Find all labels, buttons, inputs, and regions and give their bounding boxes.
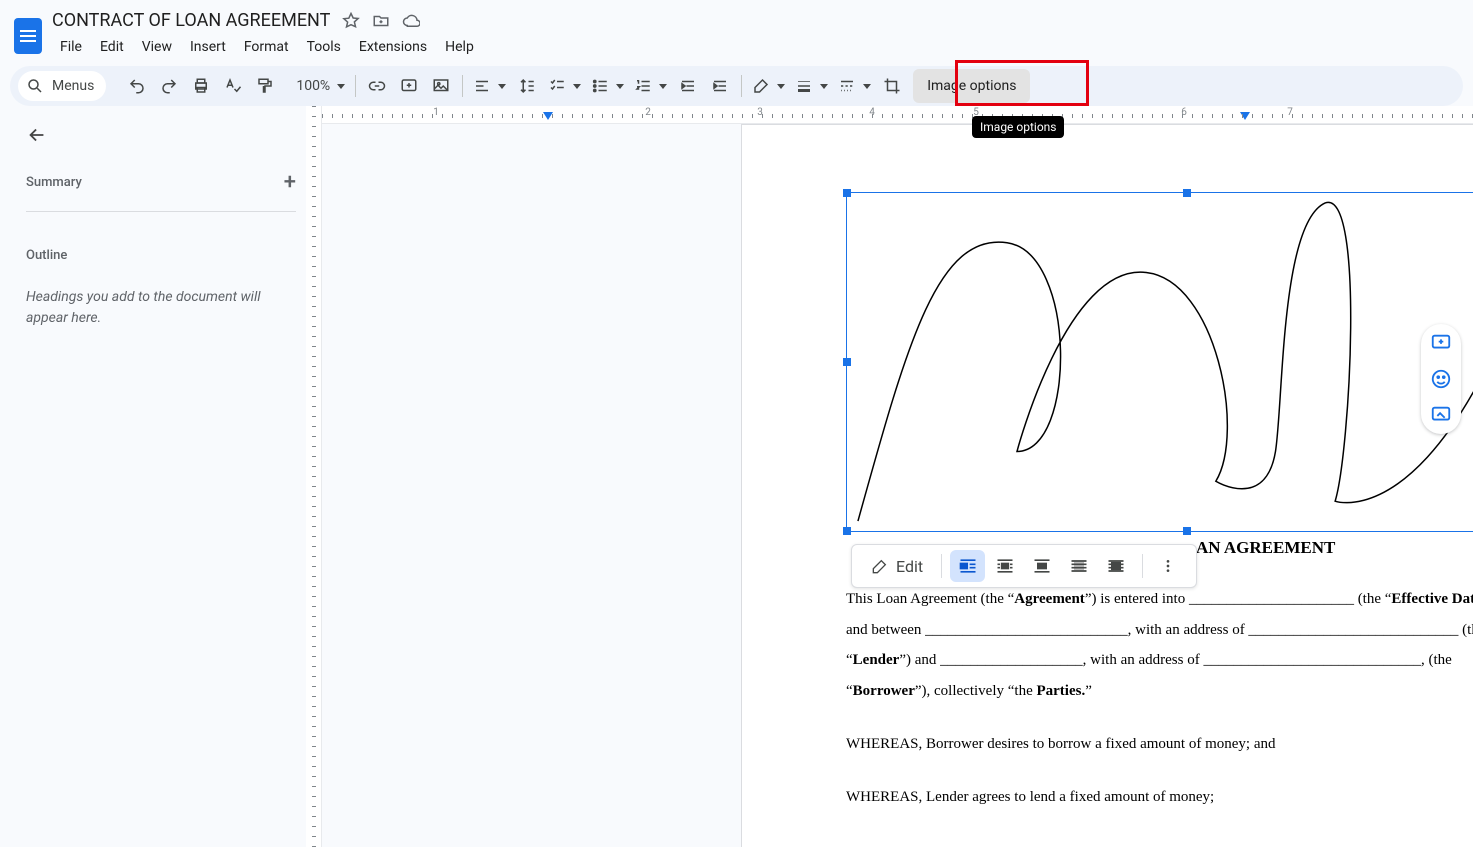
workspace: Summary + Outline Headings you add to th… — [0, 106, 1473, 847]
edit-image-button[interactable]: Edit — [862, 550, 933, 582]
menu-insert[interactable]: Insert — [182, 35, 234, 59]
outline-heading: Outline — [26, 248, 290, 263]
behind-text-button[interactable] — [1062, 550, 1097, 582]
menu-tools[interactable]: Tools — [299, 35, 349, 59]
line-spacing-button[interactable] — [512, 71, 542, 101]
move-icon[interactable] — [372, 12, 390, 30]
decrease-indent-button[interactable] — [673, 71, 703, 101]
cloud-status-icon[interactable] — [402, 12, 420, 30]
signature-drawing — [847, 193, 1473, 531]
outline-sidepanel: Summary + Outline Headings you add to th… — [0, 106, 306, 847]
horizontal-ruler[interactable]: 1 2 3 4 5 6 7 — [322, 106, 1473, 124]
crop-image-button[interactable] — [877, 71, 907, 101]
image-border-weight-button[interactable] — [791, 71, 832, 101]
search-icon — [26, 77, 44, 95]
redo-button[interactable] — [154, 71, 184, 101]
numbered-list-button[interactable] — [630, 71, 671, 101]
docs-header: CONTRACT OF LOAN AGREEMENT File Edit Vie… — [0, 0, 1473, 62]
spellcheck-button[interactable] — [218, 71, 248, 101]
add-emoji-fab[interactable] — [1430, 368, 1452, 390]
increase-indent-button[interactable] — [705, 71, 735, 101]
menu-format[interactable]: Format — [236, 35, 297, 59]
bulleted-list-button[interactable] — [587, 71, 628, 101]
add-comment-fab[interactable] — [1430, 332, 1452, 354]
wrap-inline-button[interactable] — [950, 550, 985, 582]
image-border-color-button[interactable] — [748, 71, 789, 101]
docs-logo[interactable] — [8, 10, 48, 62]
undo-button[interactable] — [122, 71, 152, 101]
in-front-text-button[interactable] — [1099, 550, 1134, 582]
menu-bar: File Edit View Insert Format Tools Exten… — [52, 35, 482, 59]
menu-help[interactable]: Help — [437, 35, 482, 59]
summary-heading: Summary — [26, 175, 82, 190]
image-float-toolbar: Edit — [851, 544, 1197, 588]
menu-extensions[interactable]: Extensions — [351, 35, 435, 59]
add-comment-button[interactable] — [394, 71, 424, 101]
zoom-dropdown[interactable]: 100% — [292, 71, 349, 101]
side-action-pill — [1421, 324, 1461, 434]
menus-search-button[interactable]: Menus — [18, 71, 106, 101]
break-text-button[interactable] — [1024, 550, 1059, 582]
menu-view[interactable]: View — [134, 35, 180, 59]
document-canvas[interactable]: 1 2 3 4 5 6 7 AN AGREEMENT This Loan Agr… — [306, 106, 1473, 847]
image-options-tooltip: Image options — [972, 116, 1064, 138]
image-options-button[interactable]: Image options — [913, 69, 1030, 103]
print-button[interactable] — [186, 71, 216, 101]
pencil-icon — [872, 558, 888, 574]
insert-link-button[interactable] — [362, 71, 392, 101]
doc-paragraph: WHEREAS, Lender agrees to lend a fixed a… — [846, 782, 1473, 813]
checklist-button[interactable] — [544, 71, 585, 101]
add-summary-button[interactable]: + — [284, 170, 296, 195]
image-more-options-button[interactable] — [1151, 550, 1186, 582]
menus-label: Menus — [52, 78, 94, 94]
vertical-ruler[interactable] — [306, 106, 322, 847]
star-icon[interactable] — [342, 12, 360, 30]
toolbar: Menus 100% Image options — [10, 66, 1463, 106]
doc-title[interactable]: CONTRACT OF LOAN AGREEMENT — [52, 10, 330, 31]
doc-heading-fragment: AN AGREEMENT — [1196, 531, 1473, 566]
selected-image-frame[interactable] — [846, 192, 1473, 532]
wrap-text-button[interactable] — [987, 550, 1022, 582]
menu-file[interactable]: File — [52, 35, 90, 59]
menu-edit[interactable]: Edit — [92, 35, 132, 59]
image-border-dash-button[interactable] — [834, 71, 875, 101]
insert-image-button[interactable] — [426, 71, 456, 101]
suggest-edits-fab[interactable] — [1430, 404, 1452, 426]
close-outline-button[interactable] — [26, 124, 290, 152]
doc-paragraph: WHEREAS, Borrower desires to borrow a fi… — [846, 729, 1473, 760]
align-button[interactable] — [469, 71, 510, 101]
outline-empty-text: Headings you add to the document will ap… — [26, 287, 296, 329]
paint-format-button[interactable] — [250, 71, 280, 101]
